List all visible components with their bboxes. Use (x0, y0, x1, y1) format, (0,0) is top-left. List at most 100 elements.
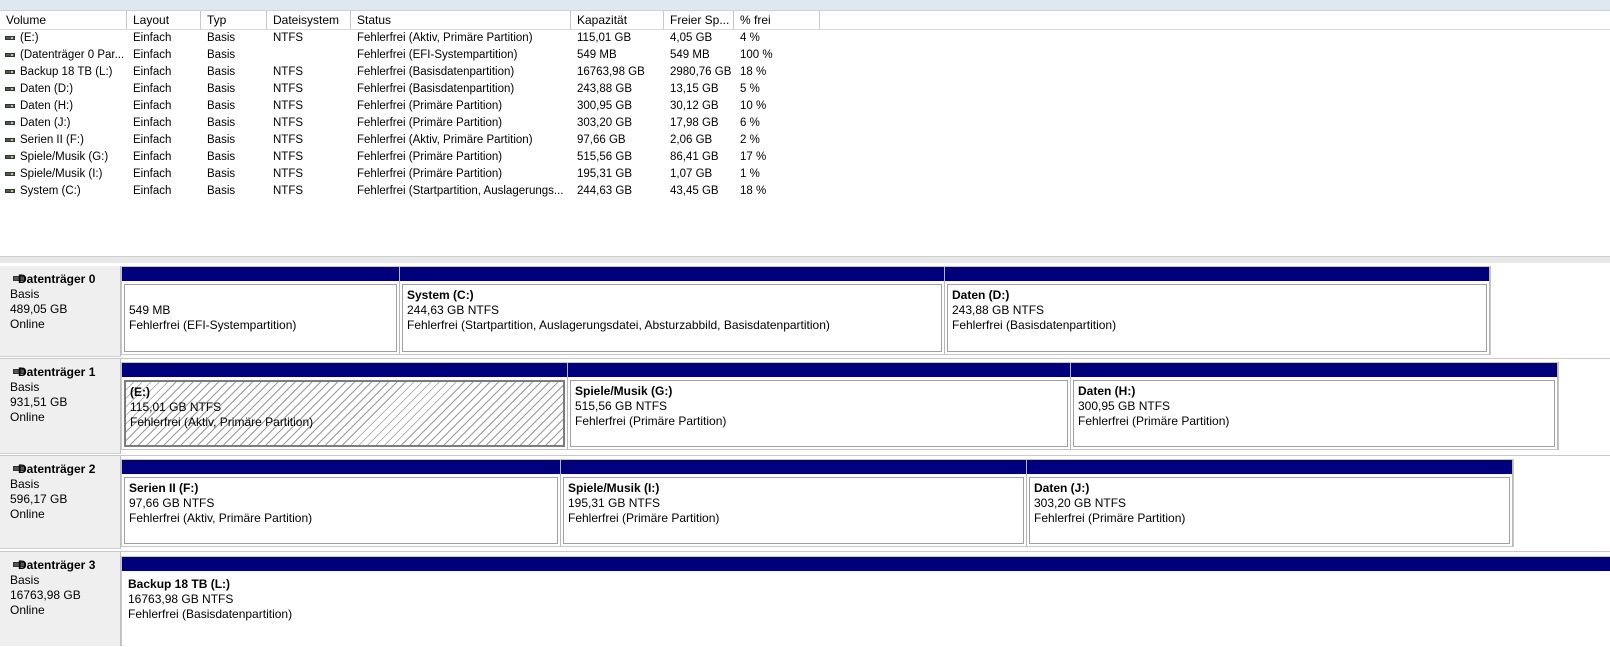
partition-size: 303,20 GB NTFS (1034, 496, 1127, 510)
cell-dateisystem: NTFS (273, 100, 304, 112)
disk-size: 16763,98 GB (10, 588, 81, 602)
cell-volume: Daten (J:) (20, 117, 71, 129)
partition-header-bar (122, 267, 399, 281)
drive-icon (5, 172, 15, 176)
partition-header-bar (561, 460, 1026, 474)
cell-status: Fehlerfrei (Basisdatenpartition) (357, 83, 515, 95)
partition-serien-ii-f[interactable]: Serien II (F:) 97,66 GB NTFS Fehlerfrei … (122, 460, 561, 546)
partition-body: System (C:) 244,63 GB NTFS Fehlerfrei (S… (402, 284, 942, 352)
partition-status: Fehlerfrei (Primäre Partition) (1034, 511, 1186, 525)
table-row[interactable]: (E:) Einfach Basis NTFS Fehlerfrei (Akti… (0, 30, 1610, 47)
table-row[interactable]: (Datenträger 0 Par... Einfach Basis Fehl… (0, 47, 1610, 64)
partition-status: Fehlerfrei (Primäre Partition) (1078, 414, 1230, 428)
partition-e[interactable]: (E:) 115,01 GB NTFS Fehlerfrei (Aktiv, P… (122, 363, 568, 449)
cell-status: Fehlerfrei (Aktiv, Primäre Partition) (357, 32, 533, 44)
cell-status: Fehlerfrei (Primäre Partition) (357, 168, 503, 180)
partition-size: 549 MB (129, 303, 171, 317)
partition-header-bar (122, 557, 1610, 571)
partition-spiele-musik-g[interactable]: Spiele/Musik (G:) 515,56 GB NTFS Fehlerf… (568, 363, 1071, 449)
drive-icon (5, 121, 15, 125)
disk-name: Datenträger 2 (18, 462, 96, 476)
drive-icon (5, 155, 15, 159)
cell-status: Fehlerfrei (Basisdatenpartition) (357, 66, 515, 78)
table-row[interactable]: Backup 18 TB (L:) Einfach Basis NTFS Feh… (0, 64, 1610, 81)
partition-name: Daten (D:) (952, 288, 1010, 302)
partition-name: Serien II (F:) (129, 481, 199, 495)
cell-prozent-frei: 10 % (740, 100, 767, 112)
volume-list: (E:) Einfach Basis NTFS Fehlerfrei (Akti… (0, 30, 1610, 200)
partition-header-bar (568, 363, 1070, 377)
table-row[interactable]: Daten (D:) Einfach Basis NTFS Fehlerfrei… (0, 81, 1610, 98)
column-header-volume[interactable]: Volume (0, 11, 127, 29)
disk-type: Basis (10, 380, 40, 394)
partition-status: Fehlerfrei (Basisdatenpartition) (128, 607, 293, 621)
cell-typ: Basis (207, 32, 236, 44)
cell-freier-speicher: 549 MB (670, 49, 710, 61)
cell-layout: Einfach (133, 151, 172, 163)
partition-daten-h[interactable]: Daten (H:) 300,95 GB NTFS Fehlerfrei (Pr… (1071, 363, 1558, 449)
cell-status: Fehlerfrei (EFI-Systempartition) (357, 49, 518, 61)
cell-layout: Einfach (133, 49, 172, 61)
drive-icon (5, 70, 15, 74)
cell-layout: Einfach (133, 185, 172, 197)
cell-kapazitaet: 97,66 GB (577, 134, 626, 146)
table-row[interactable]: Serien II (F:) Einfach Basis NTFS Fehler… (0, 132, 1610, 149)
column-header-status[interactable]: Status (351, 11, 571, 29)
partition-daten-j[interactable]: Daten (J:) 303,20 GB NTFS Fehlerfrei (Pr… (1027, 460, 1513, 546)
cell-layout: Einfach (133, 100, 172, 112)
partition-size: 195,31 GB NTFS (568, 496, 661, 510)
disk-size: 489,05 GB (10, 302, 68, 316)
partition-size: 515,56 GB NTFS (575, 399, 668, 413)
table-row[interactable]: Daten (J:) Einfach Basis NTFS Fehlerfrei… (0, 115, 1610, 132)
cell-typ: Basis (207, 100, 236, 112)
partition-body: Daten (J:) 303,20 GB NTFS Fehlerfrei (Pr… (1029, 477, 1510, 544)
column-header-layout[interactable]: Layout (127, 11, 201, 29)
column-header-dateisystem[interactable]: Dateisystem (267, 11, 351, 29)
cell-freier-speicher: 17,98 GB (670, 117, 719, 129)
cell-typ: Basis (207, 66, 236, 78)
partition-body: Daten (H:) 300,95 GB NTFS Fehlerfrei (Pr… (1073, 380, 1555, 447)
table-row[interactable]: Daten (H:) Einfach Basis NTFS Fehlerfrei… (0, 98, 1610, 115)
partition-spiele-musik-i[interactable]: Spiele/Musik (I:) 195,31 GB NTFS Fehlerf… (561, 460, 1027, 546)
table-row[interactable]: Spiele/Musik (G:) Einfach Basis NTFS Feh… (0, 149, 1610, 166)
partition-body: Serien II (F:) 97,66 GB NTFS Fehlerfrei … (124, 477, 558, 544)
cell-volume: Daten (H:) (20, 100, 74, 112)
table-row[interactable]: Spiele/Musik (I:) Einfach Basis NTFS Feh… (0, 166, 1610, 183)
cell-prozent-frei: 1 % (740, 168, 760, 180)
column-header-freier-speicher[interactable]: Freier Sp... (664, 11, 734, 29)
partition-header-bar (122, 363, 567, 377)
disk-0-label[interactable]: Datenträger 0 Basis 489,05 GB Online (0, 266, 121, 357)
partition-name: Backup 18 TB (L:) (128, 577, 231, 591)
disk-row-divider (0, 455, 1610, 456)
cell-dateisystem: NTFS (273, 134, 304, 146)
column-header-prozent-frei[interactable]: % frei (734, 11, 820, 29)
partition-daten-d[interactable]: Daten (D:) 243,88 GB NTFS Fehlerfrei (Ba… (945, 267, 1490, 354)
partition-name: Spiele/Musik (G:) (575, 384, 673, 398)
disk-state: Online (10, 507, 45, 521)
disk-name: Datenträger 3 (18, 558, 96, 572)
disk-type: Basis (10, 287, 40, 301)
partition-efi[interactable]: 549 MB Fehlerfrei (EFI-Systempartition) (122, 267, 400, 354)
column-header-kapazitaet[interactable]: Kapazität (571, 11, 664, 29)
partition-status: Fehlerfrei (Primäre Partition) (575, 414, 727, 428)
disk-type: Basis (10, 573, 40, 587)
cell-kapazitaet: 515,56 GB (577, 151, 632, 163)
cell-status: Fehlerfrei (Primäre Partition) (357, 100, 503, 112)
disk-1-label[interactable]: Datenträger 1 Basis 931,51 GB Online (0, 359, 121, 454)
disk-0-partitions: 549 MB Fehlerfrei (EFI-Systempartition) … (121, 266, 1491, 355)
partition-status: Fehlerfrei (Aktiv, Primäre Partition) (129, 511, 313, 525)
partition-system-c[interactable]: System (C:) 244,63 GB NTFS Fehlerfrei (S… (400, 267, 945, 354)
cell-kapazitaet: 243,88 GB (577, 83, 632, 95)
disk-3-label[interactable]: Datenträger 3 Basis 16763,98 GB Online (0, 552, 121, 646)
cell-typ: Basis (207, 117, 236, 129)
disk-2-label[interactable]: Datenträger 2 Basis 596,17 GB Online (0, 456, 121, 549)
cell-kapazitaet: 115,01 GB (577, 32, 632, 44)
partition-backup-18tb-l[interactable]: Backup 18 TB (L:) 16763,98 GB NTFS Fehle… (122, 557, 1610, 647)
cell-prozent-frei: 18 % (740, 185, 767, 197)
cell-dateisystem: NTFS (273, 32, 304, 44)
disk-type: Basis (10, 477, 40, 491)
column-header-typ[interactable]: Typ (201, 11, 267, 29)
table-row[interactable]: System (C:) Einfach Basis NTFS Fehlerfre… (0, 183, 1610, 200)
cell-layout: Einfach (133, 32, 172, 44)
cell-dateisystem: NTFS (273, 83, 304, 95)
